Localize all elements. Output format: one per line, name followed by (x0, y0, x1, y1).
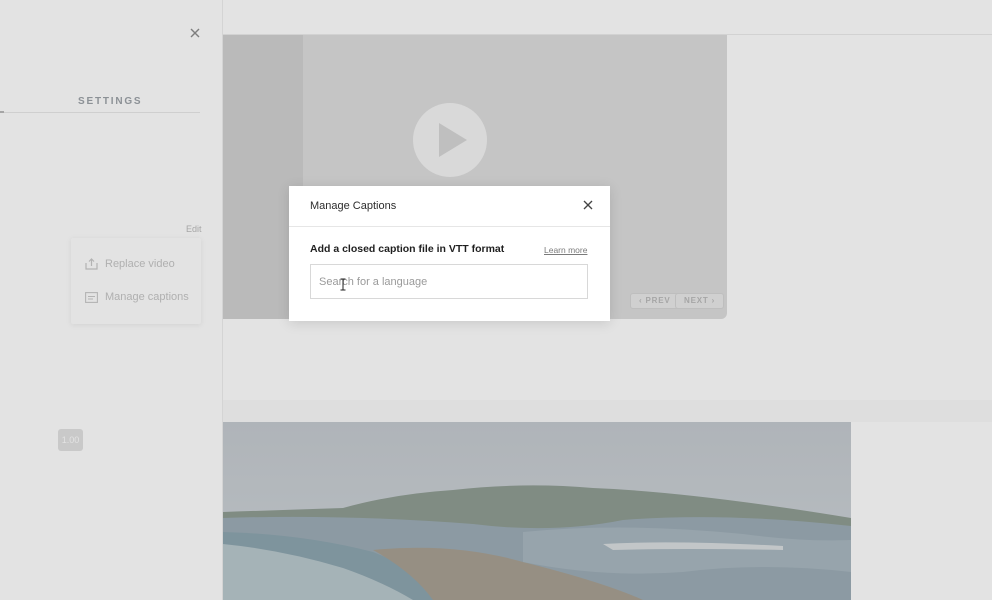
prev-label: PREV (645, 296, 671, 305)
upload-icon (85, 258, 98, 270)
editor-screen: ‹ PREV NEXT › SETTINGS Edit Replace vide… (0, 0, 992, 600)
dialog-title: Manage Captions (310, 200, 397, 212)
editor-top-bar (223, 0, 992, 35)
settings-panel: SETTINGS Edit Replace video Manage capti (0, 0, 223, 600)
settings-tab-indicator (0, 111, 4, 113)
section-divider (223, 400, 992, 422)
settings-title: SETTINGS (78, 96, 143, 107)
next-button[interactable]: NEXT › (675, 293, 725, 309)
dialog-header: Manage Captions (289, 186, 610, 227)
replace-video-label: Replace video (105, 258, 175, 270)
manage-captions-dialog: Manage Captions Add a closed caption fil… (289, 186, 610, 321)
language-search-input[interactable] (310, 264, 588, 299)
edit-link[interactable]: Edit (186, 224, 202, 234)
beach-illustration (223, 422, 851, 600)
close-icon[interactable] (582, 199, 594, 211)
chevron-left-icon: ‹ (639, 296, 643, 305)
manage-captions-item[interactable]: Manage captions (85, 287, 189, 307)
play-button[interactable] (413, 103, 487, 177)
aerial-beach-image (223, 422, 851, 600)
prev-button[interactable]: ‹ PREV (630, 293, 680, 309)
learn-more-link[interactable]: Learn more (544, 245, 587, 255)
dialog-instruction: Add a closed caption file in VTT format (310, 243, 505, 255)
settings-divider (0, 112, 200, 113)
video-options-menu: Replace video Manage captions (71, 238, 201, 324)
play-icon (439, 123, 467, 157)
next-label: NEXT (684, 296, 709, 305)
manage-captions-label: Manage captions (105, 291, 189, 303)
replace-video-item[interactable]: Replace video (85, 254, 175, 274)
close-icon[interactable] (188, 26, 202, 40)
captions-icon (85, 291, 98, 303)
chevron-right-icon: › (711, 296, 716, 305)
zoom-value-badge[interactable]: 1.00 (58, 429, 83, 451)
